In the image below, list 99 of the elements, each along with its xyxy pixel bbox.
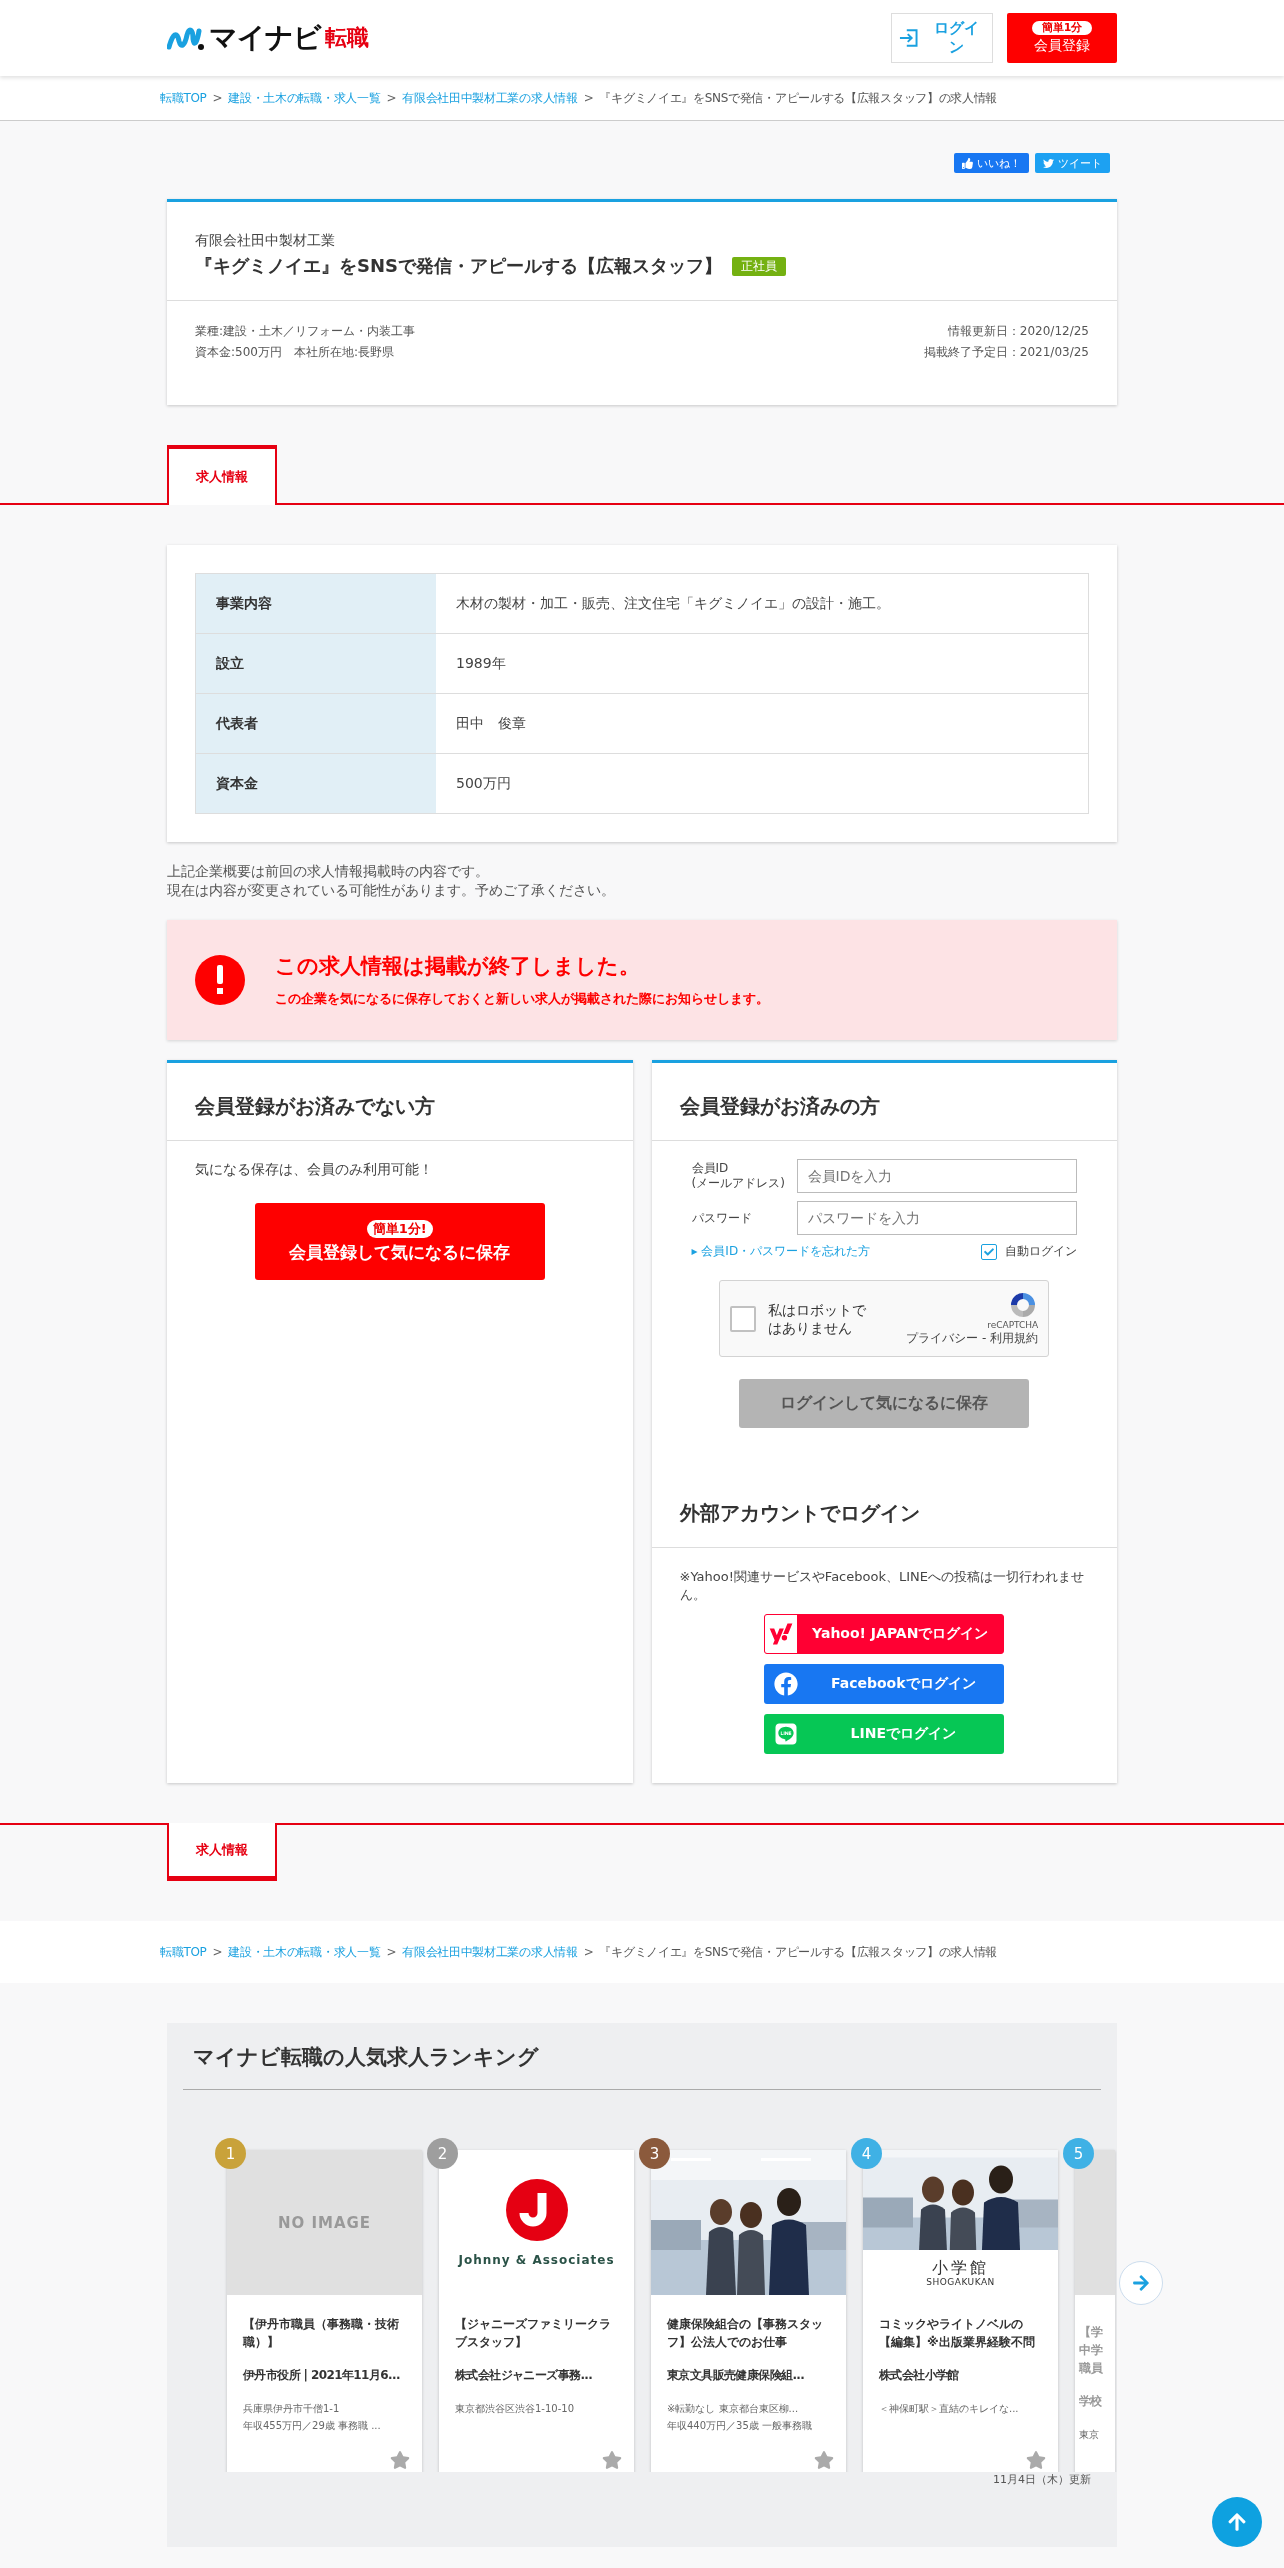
table-header-cell: 設立	[196, 634, 436, 693]
job-card-company: 東京文具販売健康保険組...	[667, 2367, 806, 2384]
arrow-right-icon	[1132, 2274, 1150, 2292]
register-save-button[interactable]: 簡単1分! 会員登録して気になるに保存	[254, 1203, 545, 1280]
job-card-company: 学校	[1079, 2393, 1103, 2410]
rank-badge: 2	[427, 2138, 458, 2169]
input-field[interactable]: パスワードを入力	[796, 1201, 1077, 1235]
arrow-up-icon	[1227, 2512, 1247, 2532]
forgot-password-link[interactable]: ▸ 会員ID・パスワードを忘れた方	[691, 1243, 871, 1260]
captcha-links[interactable]: プライバシー - 利用規約	[906, 1330, 1039, 1347]
panel-title: 外部アカウントでログイン	[651, 1470, 1117, 1548]
notice-text: 上記企業概要は前回の求人情報掲載時の内容です。 現在は内容が変更されている可能性があります。予めご了承ください。	[167, 862, 616, 900]
employment-tag: 正社員	[732, 256, 786, 276]
table-cell-text: 1989年	[455, 653, 507, 673]
table-header-cell: 代表者	[196, 694, 436, 753]
breadcrumb-separator: >	[212, 91, 223, 105]
next-arrow-button[interactable]	[1119, 2261, 1163, 2305]
date-text: 情報更新日：2020/12/25	[946, 323, 1089, 340]
table-cell-text: 500万円	[455, 773, 512, 793]
job-card-details: 兵庫県伊丹市千僧1-1 年収455万円／29歳 事務職 ...	[243, 2402, 382, 2433]
star-icon[interactable]	[390, 2450, 410, 2470]
breadcrumb-link[interactable]: 転職TOP	[160, 89, 207, 107]
job-card-title: 【ジャニーズファミリークラブスタッフ】	[455, 2316, 612, 2351]
breadcrumb-link[interactable]: 有限会社田中製材工業の求人情報	[402, 1943, 578, 1961]
job-title: 『キグミノイエ』をSNSで発信・アピールする【広報スタッフ】	[195, 254, 722, 278]
captcha-brand: reCAPTCHA	[987, 1320, 1039, 1330]
breadcrumb-current: 『キグミノイエ』をSNSで発信・アピールする【広報スタッフ】の求人情報	[599, 89, 998, 107]
breadcrumb-separator: >	[212, 1945, 223, 1959]
job-card-company: 株式会社ジャニーズ事務...	[455, 2367, 594, 2384]
bird-icon	[1043, 157, 1054, 169]
rank-badge: 1	[215, 2138, 246, 2169]
job-card-title: コミックやライトノベルの【編集】※出版業界経験不問	[879, 2316, 1036, 2351]
breadcrumb-link[interactable]: 転職TOP	[160, 1943, 207, 1961]
star-icon[interactable]	[1026, 2450, 1046, 2470]
company-name: 有限会社田中製材工業	[195, 232, 336, 250]
job-card-title: 健康保険組合の【事務スタッフ】公法人でのお仕事	[667, 2316, 824, 2351]
captcha-label: 私はロボットではありません	[768, 1300, 868, 1337]
panel-title: 会員登録がお済みの方	[651, 1063, 1117, 1141]
field-label: 会員ID (メールアドレス)	[691, 1161, 786, 1191]
yahoo-icon	[765, 1615, 798, 1653]
field-label: パスワード	[691, 1210, 753, 1226]
line-login-button[interactable]: LINEでログイン	[764, 1714, 1005, 1754]
date-text: 掲載終了予定日：2021/03/25	[923, 344, 1089, 361]
job-card-title: 【伊丹市職員（事務職・技術職）】	[243, 2316, 400, 2351]
yahoo-login-button[interactable]: Yahoo! JAPANでログイン	[764, 1614, 1005, 1654]
job-card-details: 東京	[1079, 2428, 1100, 2442]
back-to-top-button[interactable]	[1212, 2497, 1262, 2547]
job-card-company: 伊丹市役所 | 2021年11月6...	[243, 2367, 401, 2384]
breadcrumb-link[interactable]: 建設・土木の転職・求人一覧	[228, 89, 381, 107]
star-icon[interactable]	[602, 2450, 622, 2470]
job-card-details: ※転勤なし 東京都台東区柳... 年収440万円／35歳 一般事務職	[667, 2402, 813, 2433]
job-card-details: ＜神保町駅＞直結のキレイな...	[879, 2402, 1020, 2416]
thumbs-up-icon	[962, 157, 973, 169]
breadcrumb-current: 『キグミノイエ』をSNSで発信・アピールする【広報スタッフ】の求人情報	[599, 1943, 998, 1961]
alert-message: この企業を気になるに保存しておくと新しい求人が掲載された際にお知らせします。	[275, 990, 769, 1008]
auto-login-checkbox[interactable]: 自動ログイン	[981, 1243, 1077, 1260]
panel-text: ※Yahoo!関連サービスやFacebook、LINEへの投稿は一切行われません。	[679, 1568, 1085, 1604]
alert-title: この求人情報は掲載が終了しました。	[275, 953, 641, 980]
job-meta-text: 資本金:500万円 本社所在地:長野県	[195, 344, 395, 361]
tab[interactable]: 求人情報	[167, 1823, 277, 1881]
table-cell-text: 木材の製材・加工・販売、注文住宅「キグミノイエ」の設計・施工。	[455, 593, 891, 613]
tab[interactable]: 求人情報	[167, 445, 277, 505]
circle-logo-icon	[505, 2178, 568, 2241]
breadcrumb-separator: >	[386, 1945, 397, 1959]
job-card-company: 株式会社小学館	[879, 2367, 960, 2384]
like-button[interactable]: いいね！	[954, 153, 1029, 173]
company-logo-text: 小学館	[932, 2258, 989, 2277]
panel-text: 気になる保存は、会員のみ利用可能！	[195, 1161, 434, 1179]
logo-text: マイナビ	[209, 20, 321, 56]
ranking-title: マイナビ転職の人気求人ランキング	[183, 2043, 1101, 2090]
rank-badge: 3	[639, 2138, 670, 2169]
job-meta-text: 業種:建設・土木／リフォーム・内装工事	[195, 323, 416, 340]
facebook-login-button[interactable]: Facebookでログイン	[764, 1664, 1005, 1704]
breadcrumb-separator: >	[386, 91, 397, 105]
breadcrumb-separator: >	[583, 91, 594, 105]
input-field[interactable]: 会員IDを入力	[796, 1159, 1077, 1193]
table-header-cell: 事業内容	[196, 574, 436, 633]
captcha-checkbox[interactable]	[730, 1305, 757, 1332]
exclamation-icon	[195, 955, 245, 1005]
logo-icon	[167, 25, 205, 51]
panel-title: 会員登録がお済みでない方	[167, 1063, 633, 1141]
tweet-button[interactable]: ツイート	[1035, 153, 1110, 173]
breadcrumb-separator: >	[583, 1945, 594, 1959]
logo-subtext: 転職	[325, 24, 369, 52]
breadcrumb-link[interactable]: 有限会社田中製材工業の求人情報	[402, 89, 578, 107]
breadcrumb-link[interactable]: 建設・土木の転職・求人一覧	[228, 1943, 381, 1961]
register-button[interactable]: 簡単1分 会員登録	[1007, 13, 1117, 63]
sign-in-icon	[898, 27, 920, 49]
update-date: 11月4日（木）更新	[992, 2472, 1092, 2487]
job-card-details: 東京都渋谷区渋谷1-10-10	[455, 2402, 576, 2416]
company-logo-subtext: SHOGAKUKAN	[926, 2276, 995, 2287]
table-cell-text: 田中 俊章	[455, 713, 527, 733]
rank-badge: 4	[851, 2138, 882, 2169]
login-button[interactable]: ログイン	[891, 13, 993, 63]
job-card-title: 【学 中学 職員	[1079, 2324, 1104, 2377]
company-logo-text: Johnny & Associates	[458, 2252, 615, 2267]
table-header-cell: 資本金	[196, 754, 436, 813]
rank-badge: 5	[1063, 2138, 1094, 2169]
star-icon[interactable]	[814, 2450, 834, 2470]
